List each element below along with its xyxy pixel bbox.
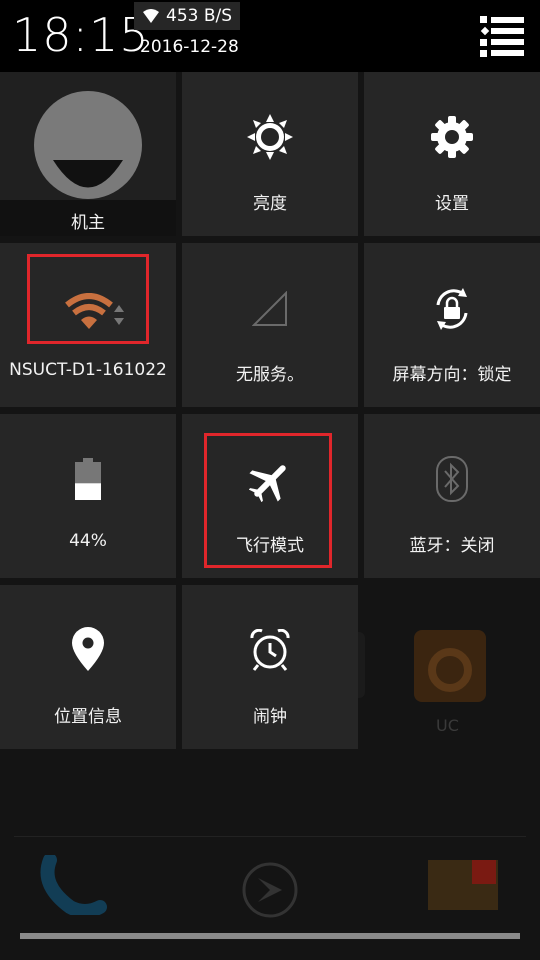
panel-scrollbar[interactable] (20, 933, 520, 939)
network-speed: 453 B/S (166, 6, 233, 26)
tile-location[interactable]: 位置信息 (0, 585, 176, 749)
uc-app-label: UC (436, 716, 459, 735)
status-bar: 18:15 453 B/S 2016-12-28 (0, 0, 540, 72)
tile-alarm[interactable]: 闹钟 (182, 585, 358, 749)
tile-settings[interactable]: 设置 (364, 72, 540, 236)
gear-icon (431, 116, 473, 158)
tile-wifi-label: NSUCT-D1-161022 (9, 360, 167, 380)
tile-bluetooth-label: 蓝牙：关闭 (409, 536, 495, 556)
background-launcher (0, 750, 540, 960)
date: 2016-12-28 (140, 37, 239, 57)
tile-wifi[interactable]: NSUCT-D1-161022 (0, 243, 176, 407)
tile-airplane[interactable]: 飞行模式 (182, 414, 358, 578)
app-badge-icon (428, 860, 498, 910)
tile-owner-label: 机主 (71, 213, 105, 233)
wifi-icon (143, 9, 159, 23)
wifi-icon (65, 293, 124, 329)
uc-browser-icon (414, 630, 486, 702)
tile-airplane-label: 飞行模式 (236, 536, 304, 556)
network-indicator: 453 B/S (134, 2, 241, 30)
tile-alarm-label: 闹钟 (253, 707, 287, 727)
tile-battery-label: 44% (69, 531, 107, 551)
avatar-icon (34, 91, 142, 199)
brightness-icon (247, 114, 293, 160)
location-pin-icon (72, 627, 104, 671)
tile-bluetooth[interactable]: 蓝牙：关闭 (364, 414, 540, 578)
tile-settings-label: 设置 (435, 194, 469, 214)
airplane-icon (249, 465, 286, 502)
tile-rotation-label: 屏幕方向：锁定 (392, 365, 512, 385)
battery-icon (75, 458, 101, 500)
rotation-lock-icon (436, 288, 468, 330)
tile-location-label: 位置信息 (54, 707, 122, 727)
tile-battery[interactable]: 44% (0, 414, 176, 578)
bluetooth-icon (436, 456, 468, 502)
tile-rotation[interactable]: 屏幕方向：锁定 (364, 243, 540, 407)
menu-list-icon[interactable] (476, 14, 526, 58)
clock: 18:15 (12, 8, 150, 62)
compass-icon (242, 862, 298, 918)
phone-icon (40, 855, 107, 915)
tile-owner[interactable]: 机主 (0, 72, 176, 236)
alarm-clock-icon (250, 629, 290, 671)
tile-signal[interactable]: 无服务。 (182, 243, 358, 407)
signal-icon (252, 291, 287, 326)
tile-brightness[interactable]: 亮度 (182, 72, 358, 236)
tile-signal-label: 无服务。 (236, 365, 304, 385)
tile-brightness-label: 亮度 (253, 194, 287, 214)
